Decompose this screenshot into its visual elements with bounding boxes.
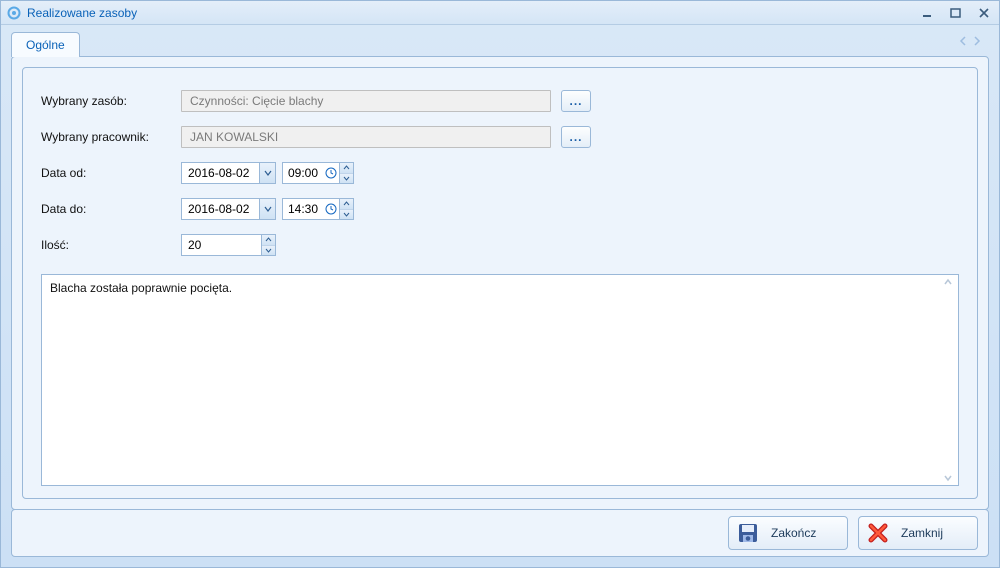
time-to-value: 14:30 bbox=[283, 202, 323, 216]
minimize-button[interactable] bbox=[919, 6, 937, 20]
label-date-to: Data do: bbox=[41, 202, 181, 216]
panel-inner: Wybrany zasób: ... Wybrany pracownik: ..… bbox=[22, 67, 978, 499]
browse-employee-button[interactable]: ... bbox=[561, 126, 591, 148]
time-from-up[interactable] bbox=[340, 163, 353, 174]
tab-next-icon[interactable] bbox=[973, 35, 981, 49]
time-to-down[interactable] bbox=[340, 210, 353, 220]
time-to-spinners bbox=[339, 199, 353, 219]
input-quantity[interactable]: 20 bbox=[181, 234, 276, 256]
input-date-from[interactable]: 2016-08-02 bbox=[181, 162, 276, 184]
save-icon bbox=[735, 520, 761, 546]
label-employee: Wybrany pracownik: bbox=[41, 130, 181, 144]
row-quantity: Ilość: 20 bbox=[41, 234, 959, 256]
input-time-to[interactable]: 14:30 bbox=[282, 198, 354, 220]
close-icon bbox=[865, 520, 891, 546]
notes-scrollbar[interactable] bbox=[942, 277, 956, 483]
finish-button[interactable]: Zakończ bbox=[728, 516, 848, 550]
tabstrip: Ogólne bbox=[1, 25, 999, 56]
tab-nav bbox=[959, 35, 981, 49]
quantity-value: 20 bbox=[182, 238, 261, 252]
input-resource bbox=[181, 90, 551, 112]
label-date-from: Data od: bbox=[41, 166, 181, 180]
app-icon bbox=[7, 6, 21, 20]
row-date-to: Data do: 2016-08-02 14:30 bbox=[41, 198, 959, 220]
scroll-up-icon[interactable] bbox=[942, 277, 954, 287]
row-employee: Wybrany pracownik: ... bbox=[41, 126, 959, 148]
time-from-value: 09:00 bbox=[283, 166, 323, 180]
notes-text: Blacha została poprawnie pocięta. bbox=[50, 281, 232, 295]
date-to-value: 2016-08-02 bbox=[182, 202, 259, 216]
label-resource: Wybrany zasób: bbox=[41, 94, 181, 108]
browse-resource-button[interactable]: ... bbox=[561, 90, 591, 112]
clock-icon bbox=[323, 167, 339, 179]
finish-button-label: Zakończ bbox=[771, 526, 816, 540]
window-title: Realizowane zasoby bbox=[27, 6, 137, 20]
date-to-dropdown-icon[interactable] bbox=[259, 199, 275, 219]
close-button-label: Zamknij bbox=[901, 526, 943, 540]
notes-textarea[interactable]: Blacha została poprawnie pocięta. bbox=[41, 274, 959, 486]
row-date-from: Data od: 2016-08-02 09:00 bbox=[41, 162, 959, 184]
row-resource: Wybrany zasób: ... bbox=[41, 90, 959, 112]
close-button[interactable]: Zamknij bbox=[858, 516, 978, 550]
tab-prev-icon[interactable] bbox=[959, 35, 967, 49]
input-time-from[interactable]: 09:00 bbox=[282, 162, 354, 184]
footer-bar: Zakończ Zamknij bbox=[11, 509, 989, 557]
time-from-down[interactable] bbox=[340, 174, 353, 184]
titlebar-left: Realizowane zasoby bbox=[7, 6, 137, 20]
titlebar: Realizowane zasoby bbox=[1, 1, 999, 25]
close-window-button[interactable] bbox=[975, 6, 993, 20]
titlebar-controls bbox=[919, 6, 993, 20]
panel-outer: Wybrany zasób: ... Wybrany pracownik: ..… bbox=[11, 56, 989, 510]
window-root: Realizowane zasoby Ogólne bbox=[0, 0, 1000, 568]
input-employee bbox=[181, 126, 551, 148]
time-from-spinners bbox=[339, 163, 353, 183]
scroll-down-icon[interactable] bbox=[942, 473, 954, 483]
time-to-up[interactable] bbox=[340, 199, 353, 210]
tab-general[interactable]: Ogólne bbox=[11, 32, 80, 57]
clock-icon bbox=[323, 203, 339, 215]
date-from-dropdown-icon[interactable] bbox=[259, 163, 275, 183]
quantity-spinners bbox=[261, 235, 275, 255]
input-date-to[interactable]: 2016-08-02 bbox=[181, 198, 276, 220]
quantity-down[interactable] bbox=[262, 246, 275, 256]
label-quantity: Ilość: bbox=[41, 238, 181, 252]
maximize-button[interactable] bbox=[947, 6, 965, 20]
date-from-value: 2016-08-02 bbox=[182, 166, 259, 180]
quantity-up[interactable] bbox=[262, 235, 275, 246]
